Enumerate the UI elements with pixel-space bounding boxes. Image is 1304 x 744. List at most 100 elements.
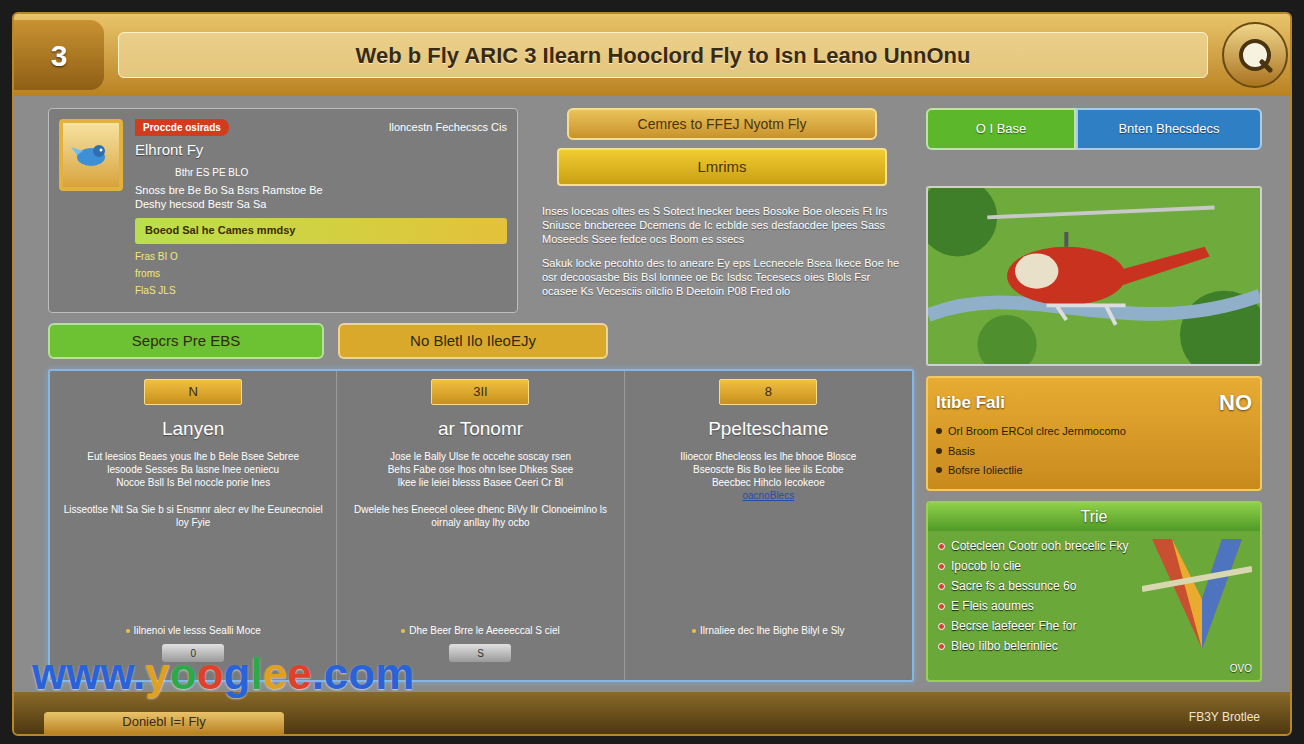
toggle-label: O I Base: [976, 119, 1027, 139]
toggle-button[interactable]: Bnten Bhecsdecs: [1076, 108, 1262, 150]
watermark-part: g: [224, 649, 251, 698]
tip-item: Bofsre Ioliectlie: [936, 462, 1252, 479]
buttons-row: Sepcrs Pre EBS No Bletl Ilo IleoEJy: [48, 323, 914, 359]
mode-body-line: Behs Fabe ose lhos ohn lsee Dhkes Ssee: [388, 463, 574, 476]
map-item: Ipocob lo clie: [938, 557, 1250, 575]
top-row: Proccde osirads lloncestn Fechecscs Cis …: [48, 108, 914, 313]
intro-lines: Snoss bre Be Bo Sa Bsrs Ramstoe BeDeshy …: [135, 183, 507, 211]
mode-bullet: Ilrnaliee dec lhe Bighe Bilyl e Sly: [692, 623, 845, 638]
tip-item-text: Orl Broom ERCol clrec Jernmocomo: [948, 423, 1126, 440]
mode-badge: N: [144, 379, 242, 405]
helicopter-image: [926, 186, 1262, 366]
tip-item: Orl Broom ERCol clrec Jernmocomo: [936, 423, 1252, 440]
mode-badge-label: 3II: [473, 382, 487, 402]
tip-badge: NO: [1219, 386, 1252, 419]
marker-icon: [938, 623, 945, 630]
game-frame: 3 Web b Fly ARIC 3 Ilearn Hooclord Fly t…: [12, 12, 1292, 736]
marker-icon: [938, 563, 945, 570]
screen: 3 Web b Fly ARIC 3 Ilearn Hooclord Fly t…: [0, 0, 1304, 744]
title-bar: 3 Web b Fly ARIC 3 Ilearn Hooclord Fly t…: [14, 14, 1290, 96]
mode-body-line: Beecbec Hihclo Iecokeoe: [712, 476, 825, 489]
intro-row: froms: [135, 266, 507, 281]
description: Inses locecas oltes es S Sotect lnecker …: [530, 204, 914, 298]
menu-button[interactable]: No Bletl Ilo IleoEJy: [338, 323, 608, 359]
mode-button-slot: S: [449, 644, 511, 674]
mode-body-line: Bseoscte Bis Bo lee liee ils Ecobe: [693, 463, 844, 476]
map-item: Becrse laefeeer Fhe for: [938, 617, 1250, 635]
map-item-text: Becrse laefeeer Fhe for: [951, 617, 1076, 635]
menu-button[interactable]: Sepcrs Pre EBS: [48, 323, 324, 359]
intro-row: FlaS JLS: [135, 283, 507, 298]
mode-panel: NLanyenEut leesios Beaes yous lhe b Bele…: [48, 369, 914, 682]
toggle-button[interactable]: O I Base: [926, 108, 1076, 150]
intro-rows: Fras BI O froms FlaS JLS: [135, 249, 507, 298]
intro-row: Fras BI O: [135, 249, 507, 264]
bullet-icon: [126, 629, 130, 633]
map-item-text: Bleo Iilbo belerinliec: [951, 637, 1058, 655]
menu-button-label: Sepcrs Pre EBS: [132, 330, 240, 353]
map-title: Trie: [1081, 505, 1108, 529]
mode-note: Dwelele hes Eneecel oleee dhenc BiVy Ilr…: [347, 503, 613, 529]
tip-item: Basis: [936, 443, 1252, 460]
mode-body: Eut leesios Beaes yous lhe b Bele Bsee S…: [87, 450, 299, 489]
watermark-part: e: [287, 649, 311, 698]
mode-body: Jose le Bally Ulse fe occehe soscay rsen…: [388, 450, 574, 489]
tip-title: Itibe Fali: [936, 390, 1005, 416]
mode-note: Lisseotlse Nlt Sa Sie b si Ensmnr alecr …: [60, 503, 326, 529]
mode-body: Ilioecor Bhecleoss les lhe bhooe BlosceB…: [680, 450, 856, 502]
intro-side-text: lloncestn Fechecscs Cis: [389, 119, 507, 136]
bird-icon: [59, 119, 123, 191]
intro-banner: Boeod Sal he Cames mmdsy: [135, 218, 507, 244]
intro-line: Deshy hecsod Bestr Sa Sa: [135, 197, 507, 211]
middle-panel: Cemres to FFEJ Nyotm Fly Lmrims Inses loc…: [530, 108, 914, 313]
mode-body-line: lkee lie leiei blesss Basee Ceeri Cr Bl: [398, 476, 564, 489]
action-label: Lmrims: [697, 156, 746, 179]
intro-name: Elhront Fy: [135, 139, 507, 162]
map-pin-icon: [1142, 529, 1252, 669]
watermark-part: o: [197, 649, 224, 698]
mode-body-line: Nocoe Bsll Is Bel noccle porie Ines: [116, 476, 270, 489]
mode-body-line: Jose le Bally Ulse fe occehe soscay rsen: [390, 450, 571, 463]
bottom-bar: Doniebl I=I Fly FB3Y Brotlee: [14, 692, 1290, 734]
action-button[interactable]: Lmrims: [557, 148, 887, 186]
description-paragraph: Inses locecas oltes es S Sotect lnecker …: [542, 204, 902, 246]
tip-card: Itibe Fali NO Orl Broom ERCol clrec Jern…: [926, 376, 1262, 491]
mode-bullet-text: Ilrnaliee dec lhe Bighe Bilyl e Sly: [700, 623, 845, 638]
left-column: Proccde osirads lloncestn Fechecscs Cis …: [48, 108, 914, 682]
intro-subtitle: Bthr ES PE BLO: [135, 165, 507, 180]
watermark-part: l: [250, 649, 262, 698]
mode-bullet-text: Dhe Beer Brre le Aeeeeccal S ciel: [409, 623, 560, 638]
mode-body-line: Eut leesios Beaes yous lhe b Bele Bsee S…: [87, 450, 299, 463]
bullet-icon: [936, 448, 942, 454]
watermark-part: .com: [312, 649, 415, 698]
bottom-button[interactable]: Doniebl I=I Fly: [44, 712, 284, 735]
mode-badge: 8: [719, 379, 817, 405]
mode-link[interactable]: oacnoBlecs: [742, 489, 794, 502]
mode-body-line: lesoode Sesses Ba lasne lnee oeniecu: [107, 463, 279, 476]
credit: FB3Y Brotlee: [1189, 708, 1260, 726]
mode-column: 3IIar TonomrJose le Bally Ulse fe occehe…: [337, 371, 624, 680]
marker-icon: [938, 643, 945, 650]
mode-bullet-text: Iilnenoi vle lesss Sealli Moce: [134, 623, 261, 638]
mode-bullet: Iilnenoi vle lesss Sealli Moce: [126, 623, 261, 638]
tip-list: Orl Broom ERCol clrec Jernmocomo Basis Bof…: [936, 423, 1252, 479]
action-label: Cemres to FFEJ Nyotm Fly: [638, 114, 807, 135]
map-corner: OVO: [1230, 661, 1252, 676]
mode-button[interactable]: S: [449, 644, 511, 662]
watermark-part: www.: [32, 649, 145, 698]
mode-button-label: S: [477, 646, 484, 661]
emblem-icon[interactable]: [1222, 22, 1288, 88]
mode-body-line: Ilioecor Bhecleoss les lhe bhooe Blosce: [680, 450, 856, 463]
mode-badge: 3II: [431, 379, 529, 405]
map-item: Bleo Iilbo belerinliec: [938, 637, 1250, 655]
watermark-part: y: [145, 649, 169, 698]
right-column: O I Base Bnten Bhecsdecs: [926, 108, 1262, 682]
game-title: Web b Fly ARIC 3 Ilearn Hooclord Fly to …: [356, 39, 971, 72]
intro-card: Proccde osirads lloncestn Fechecscs Cis …: [48, 108, 518, 313]
map-card: Trie Cotecleen Cootr ooh brecelic FkyIpo…: [926, 501, 1262, 682]
watermark-part: o: [170, 649, 197, 698]
mode-title: Ppelteschame: [708, 415, 828, 444]
intro-line: Snoss bre Be Bo Sa Bsrs Ramstoe Be: [135, 183, 507, 197]
level-badge: 3: [14, 20, 104, 90]
action-button[interactable]: Cemres to FFEJ Nyotm Fly: [567, 108, 877, 140]
